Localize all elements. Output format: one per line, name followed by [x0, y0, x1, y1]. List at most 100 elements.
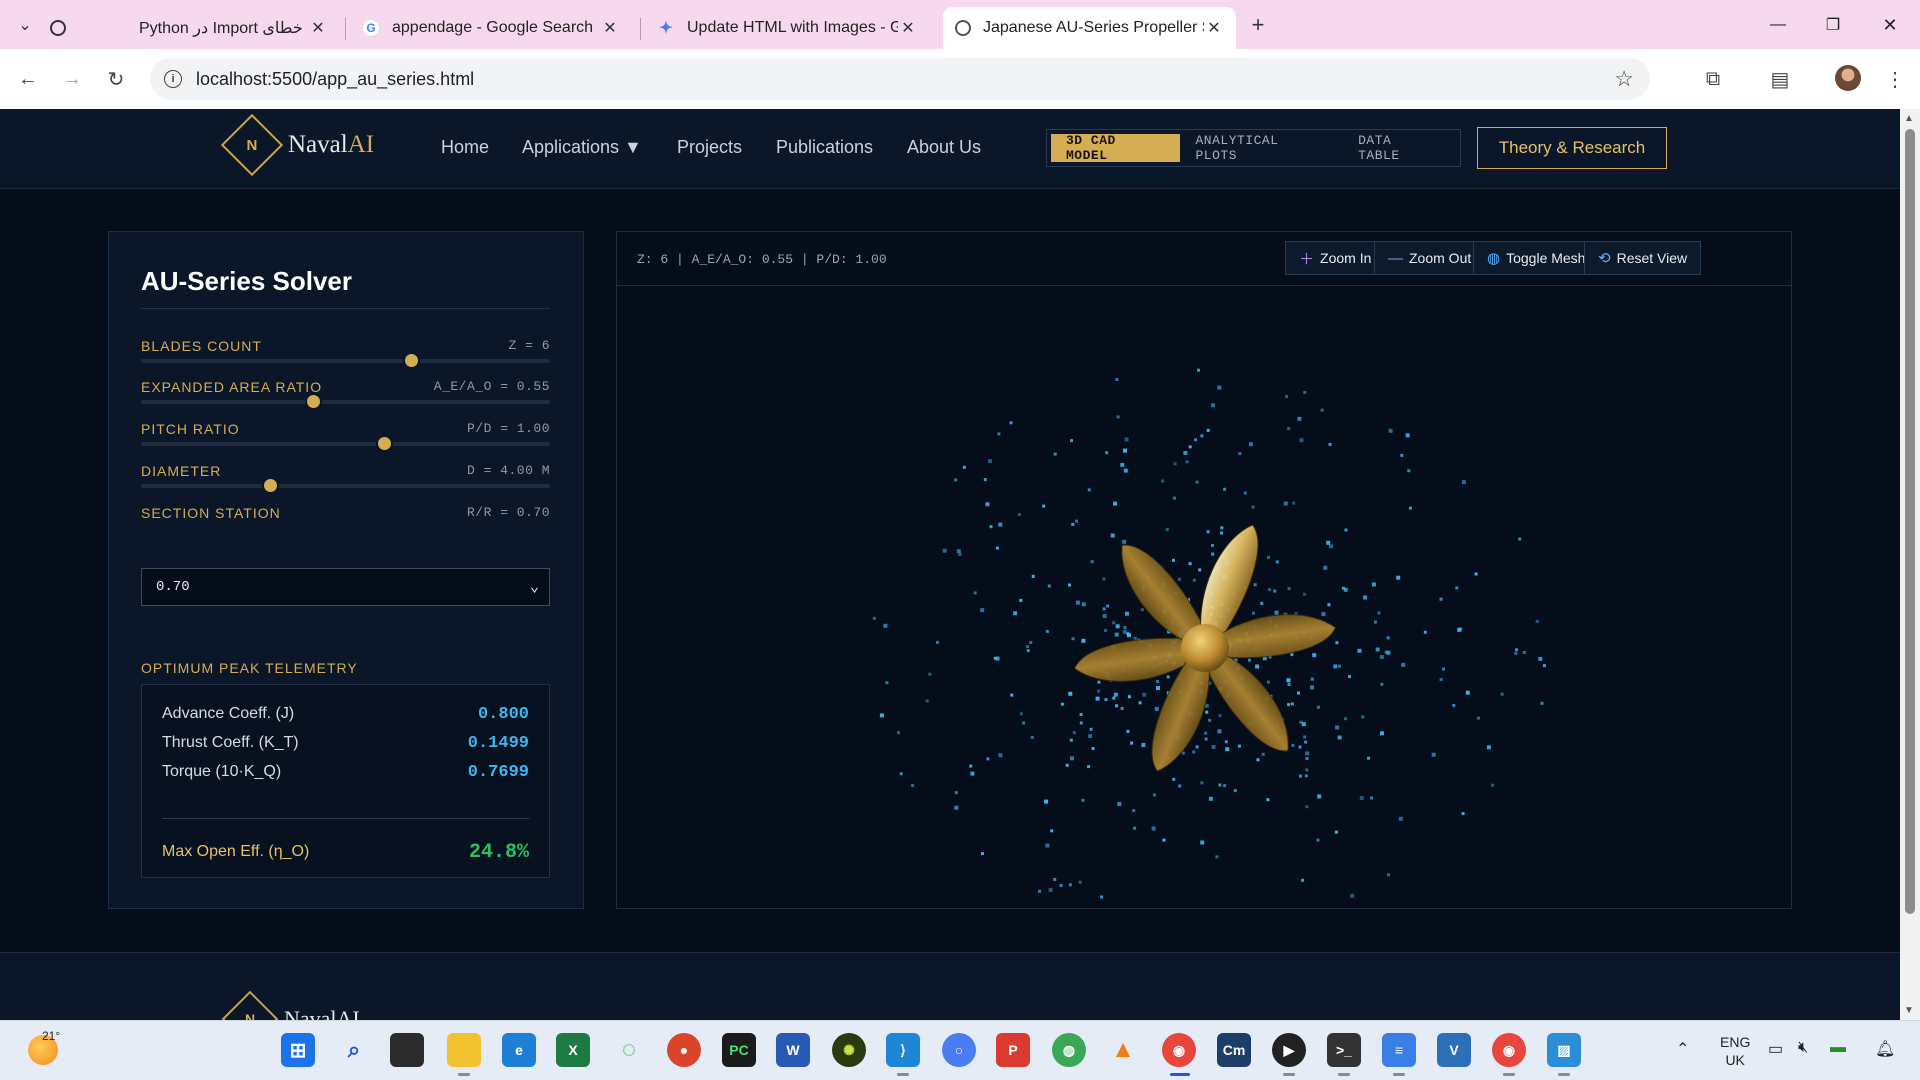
scroll-up-icon[interactable]: ▲: [1904, 113, 1914, 124]
flow-particle: [1097, 689, 1100, 693]
tray-chevron-icon[interactable]: ⌃: [1676, 1039, 1689, 1059]
terminal-icon[interactable]: >_: [1327, 1033, 1361, 1067]
chrome-icon[interactable]: ◉: [1162, 1033, 1196, 1067]
menu-icon[interactable]: ⋮: [1880, 64, 1910, 94]
restore-icon[interactable]: ❐: [1813, 10, 1853, 40]
flow-particle: [1195, 480, 1199, 484]
close-tab-icon[interactable]: ✕: [898, 18, 918, 38]
task-view-icon[interactable]: [390, 1033, 424, 1067]
close-tab-icon[interactable]: ✕: [1204, 18, 1224, 38]
flow-particle: [1013, 611, 1018, 616]
slider-handle[interactable]: [402, 352, 420, 369]
pycharm-icon[interactable]: PC: [722, 1033, 756, 1067]
address-bar[interactable]: i localhost:5500/app_au_series.html ☆: [150, 58, 1650, 100]
footer-logo[interactable]: N NavalAI: [221, 990, 360, 1020]
flow-particle: [1044, 799, 1049, 804]
file-explorer-icon[interactable]: [447, 1033, 481, 1067]
minimize-icon[interactable]: —: [1758, 10, 1798, 40]
reload-icon[interactable]: ↻: [100, 63, 132, 95]
pitch-ratio-slider[interactable]: [141, 435, 550, 452]
notepad-icon[interactable]: ≡: [1382, 1033, 1416, 1067]
refresh-app-icon[interactable]: ◌: [612, 1033, 646, 1067]
word-icon[interactable]: W: [776, 1033, 810, 1067]
volume-muted-icon[interactable]: 🔇︎: [1798, 1039, 1808, 1057]
flow-particle: [1053, 452, 1057, 456]
chatgpt-pinned-icon[interactable]: [50, 7, 70, 49]
area-ratio-slider[interactable]: [141, 393, 550, 410]
zoom-out-button[interactable]: — Zoom Out: [1374, 241, 1486, 275]
blades-slider[interactable]: [141, 352, 550, 369]
nav-about-us[interactable]: About Us: [907, 137, 981, 158]
view-3d-cad-model[interactable]: 3D CAD MODEL: [1051, 133, 1181, 163]
reading-mode-icon[interactable]: ▤: [1765, 64, 1795, 94]
battery-icon[interactable]: ▬: [1830, 1039, 1846, 1057]
recorder-icon[interactable]: ●: [667, 1033, 701, 1067]
site-info-icon[interactable]: i: [164, 70, 182, 88]
profile-avatar[interactable]: [1835, 65, 1861, 91]
scrollbar-thumb[interactable]: [1905, 129, 1915, 914]
extensions-icon[interactable]: ⧉: [1698, 64, 1728, 94]
theory-research-button[interactable]: Theory & Research: [1477, 127, 1667, 169]
earth-icon[interactable]: ◍: [1052, 1033, 1086, 1067]
app-circle-icon[interactable]: ○: [942, 1033, 976, 1067]
cm-app-icon[interactable]: Cm: [1217, 1033, 1251, 1067]
slider-handle[interactable]: [304, 393, 322, 410]
tree-app-icon[interactable]: ✺: [832, 1033, 866, 1067]
nav-publications[interactable]: Publications: [776, 137, 873, 158]
browser-tab-3[interactable]: ✦ Update HTML with Images - Go ✕: [645, 7, 930, 49]
page-scrollbar[interactable]: ▲ ▼: [1900, 109, 1920, 1020]
nav-projects[interactable]: Projects: [677, 137, 742, 158]
propeller-3d-canvas[interactable]: [617, 287, 1791, 908]
site-logo[interactable]: N NavalAI: [220, 113, 374, 177]
viewer-status: Z: 6 | A_E/A_O: 0.55 | P/D: 1.00: [637, 252, 887, 267]
site-header: N NavalAI Home Applications ▼ Projects P…: [0, 109, 1900, 189]
browser-tab-1[interactable]: Python در Import خطای ✕: [125, 7, 340, 49]
nav-home[interactable]: Home: [441, 137, 489, 158]
section-station-select[interactable]: 0.70 ⌄: [141, 568, 550, 606]
v-app-icon[interactable]: V: [1437, 1033, 1471, 1067]
flow-particle: [1233, 789, 1237, 792]
view-data-table[interactable]: DATA TABLE: [1343, 133, 1456, 163]
efficiency-row: Max Open Eff. (η_O) 24.8%: [162, 840, 529, 864]
vlc-icon[interactable]: ▲: [1106, 1033, 1140, 1067]
back-icon[interactable]: ←: [12, 63, 44, 95]
tab-list-icon[interactable]: ⌄: [10, 10, 40, 40]
browser-tab-4-active[interactable]: Japanese AU-Series Propeller Sc ✕: [943, 7, 1236, 49]
close-window-icon[interactable]: ✕: [1870, 10, 1910, 40]
new-tab-icon[interactable]: +: [1243, 10, 1273, 40]
photos-icon[interactable]: ▨: [1547, 1033, 1581, 1067]
nav-applications[interactable]: Applications ▼: [522, 137, 642, 158]
edge-icon[interactable]: e: [502, 1033, 536, 1067]
vscode-icon[interactable]: ⟩: [886, 1033, 920, 1067]
start-icon[interactable]: ⊞: [281, 1033, 315, 1067]
flow-particle: [1363, 595, 1368, 600]
flow-particle: [1461, 812, 1465, 816]
language-indicator[interactable]: ENG UK: [1720, 1033, 1750, 1069]
flow-particle: [1455, 586, 1459, 590]
browser-tab-2[interactable]: G appendage - Google Search ✕: [350, 7, 632, 49]
zoom-in-button[interactable]: ＋ Zoom In: [1285, 241, 1386, 275]
close-tab-icon[interactable]: ✕: [308, 18, 328, 38]
bookmark-star-icon[interactable]: ☆: [1614, 66, 1634, 92]
view-analytical-plots[interactable]: ANALYTICAL PLOTS: [1180, 133, 1343, 163]
media-player-icon[interactable]: ▶: [1272, 1033, 1306, 1067]
slider-handle[interactable]: [261, 477, 279, 494]
excel-icon[interactable]: X: [556, 1033, 590, 1067]
chrome-profile-icon[interactable]: ◉: [1492, 1033, 1526, 1067]
reset-view-button[interactable]: ⟲ Reset View: [1584, 241, 1702, 275]
flow-particle: [1068, 883, 1072, 887]
toggle-mesh-button[interactable]: ◍ Toggle Mesh: [1473, 241, 1600, 275]
close-tab-icon[interactable]: ✕: [600, 18, 620, 38]
slider-handle[interactable]: [376, 435, 394, 452]
flow-particle: [1327, 603, 1331, 607]
flow-particle: [1396, 575, 1401, 580]
search-icon[interactable]: ⌕: [337, 1033, 371, 1067]
flow-particle: [986, 757, 990, 761]
flow-particle: [954, 805, 959, 810]
diameter-slider[interactable]: [141, 477, 550, 494]
network-icon[interactable]: ▭: [1768, 1039, 1783, 1059]
forward-icon[interactable]: →: [56, 63, 88, 95]
pdf-icon[interactable]: P: [996, 1033, 1030, 1067]
scroll-down-icon[interactable]: ▼: [1904, 1005, 1914, 1016]
notification-bell-icon[interactable]: 🔔︎: [1875, 1039, 1895, 1059]
